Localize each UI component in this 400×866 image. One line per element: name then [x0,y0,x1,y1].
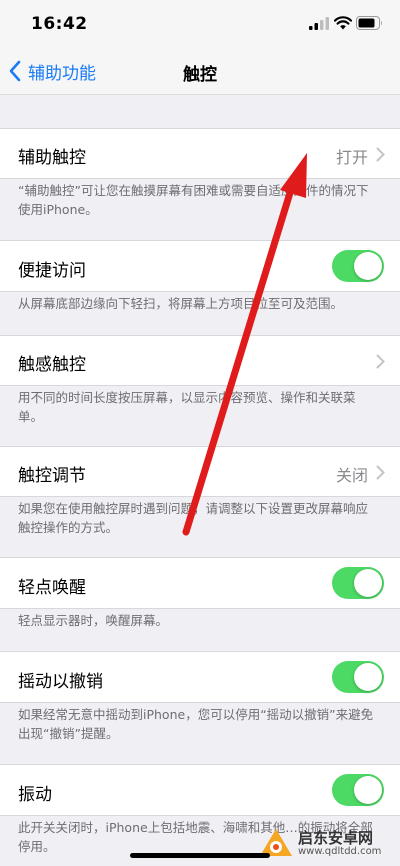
toggle-knob [354,663,382,691]
footer-touch-accommodations: 如果您在使用触控屏时遇到问题，请调整以下设置更改屏幕响应触控操作的方式。 [18,501,369,535]
footer-haptic-touch: 用不同的时间长度按压屏幕，以显示内容预览、操作和关联菜单。 [18,390,356,424]
reachability-toggle[interactable] [332,250,384,282]
status-time: 16:42 [31,14,88,34]
footer-reachability: 从屏幕底部边缘向下轻扫，将屏幕上方项目拉至可及范围。 [18,296,344,311]
row-touch-accommodations[interactable]: 触控调节 关闭 [0,446,400,497]
row-label: 轻点唤醒 [18,578,86,598]
row-reachability: 便捷访问 [0,240,400,292]
shake-to-undo-toggle[interactable] [332,661,384,693]
row-label: 摇动以撤销 [18,672,103,692]
footer-shake-to-undo: 如果经常无意中摇动到iPhone，您可以停用“摇动以撤销”来避免出现“撤销”提醒… [18,707,374,741]
cellular-signal-icon [309,17,329,30]
toggle-knob [354,776,382,804]
row-label: 触控调节 [18,466,86,486]
page-title: 触控 [183,65,217,85]
footer-assistive-touch: “辅助触控”可让您在触摸屏幕有困难或需要自适应配件的情况下使用iPhone。 [18,183,369,217]
watermark-name: 启东安卓网 [298,829,374,847]
watermark-url: www.qdltdd.com [298,846,382,857]
battery-icon [356,16,382,30]
chevron-right-icon [376,465,385,480]
row-label: 便捷访问 [18,261,86,281]
row-tap-to-wake: 轻点唤醒 [0,557,400,609]
chevron-right-icon [376,147,385,162]
row-value: 关闭 [335,466,368,485]
status-bar: 16:42 [0,0,400,48]
watermark: 启东安卓网 www.qdltdd.com [258,828,381,860]
row-label: 触感触控 [18,355,86,375]
row-label: 辅助触控 [18,148,86,168]
toggle-knob [354,252,382,280]
vibration-toggle[interactable] [332,774,384,806]
navigation-bar: 辅助功能 触控 [0,48,400,95]
tap-to-wake-toggle[interactable] [332,567,384,599]
chevron-right-icon [376,354,385,369]
wifi-icon [334,16,352,30]
row-label: 振动 [18,785,52,805]
row-assistive-touch[interactable]: 辅助触控 打开 [0,128,400,179]
row-haptic-touch[interactable]: 触感触控 [0,335,400,386]
row-value: 打开 [335,148,368,167]
row-shake-to-undo: 摇动以撤销 [0,651,400,703]
toggle-knob [354,569,382,597]
row-vibration: 振动 [0,764,400,816]
home-indicator[interactable] [130,853,270,858]
footer-tap-to-wake: 轻点显示器时，唤醒屏幕。 [18,613,169,628]
